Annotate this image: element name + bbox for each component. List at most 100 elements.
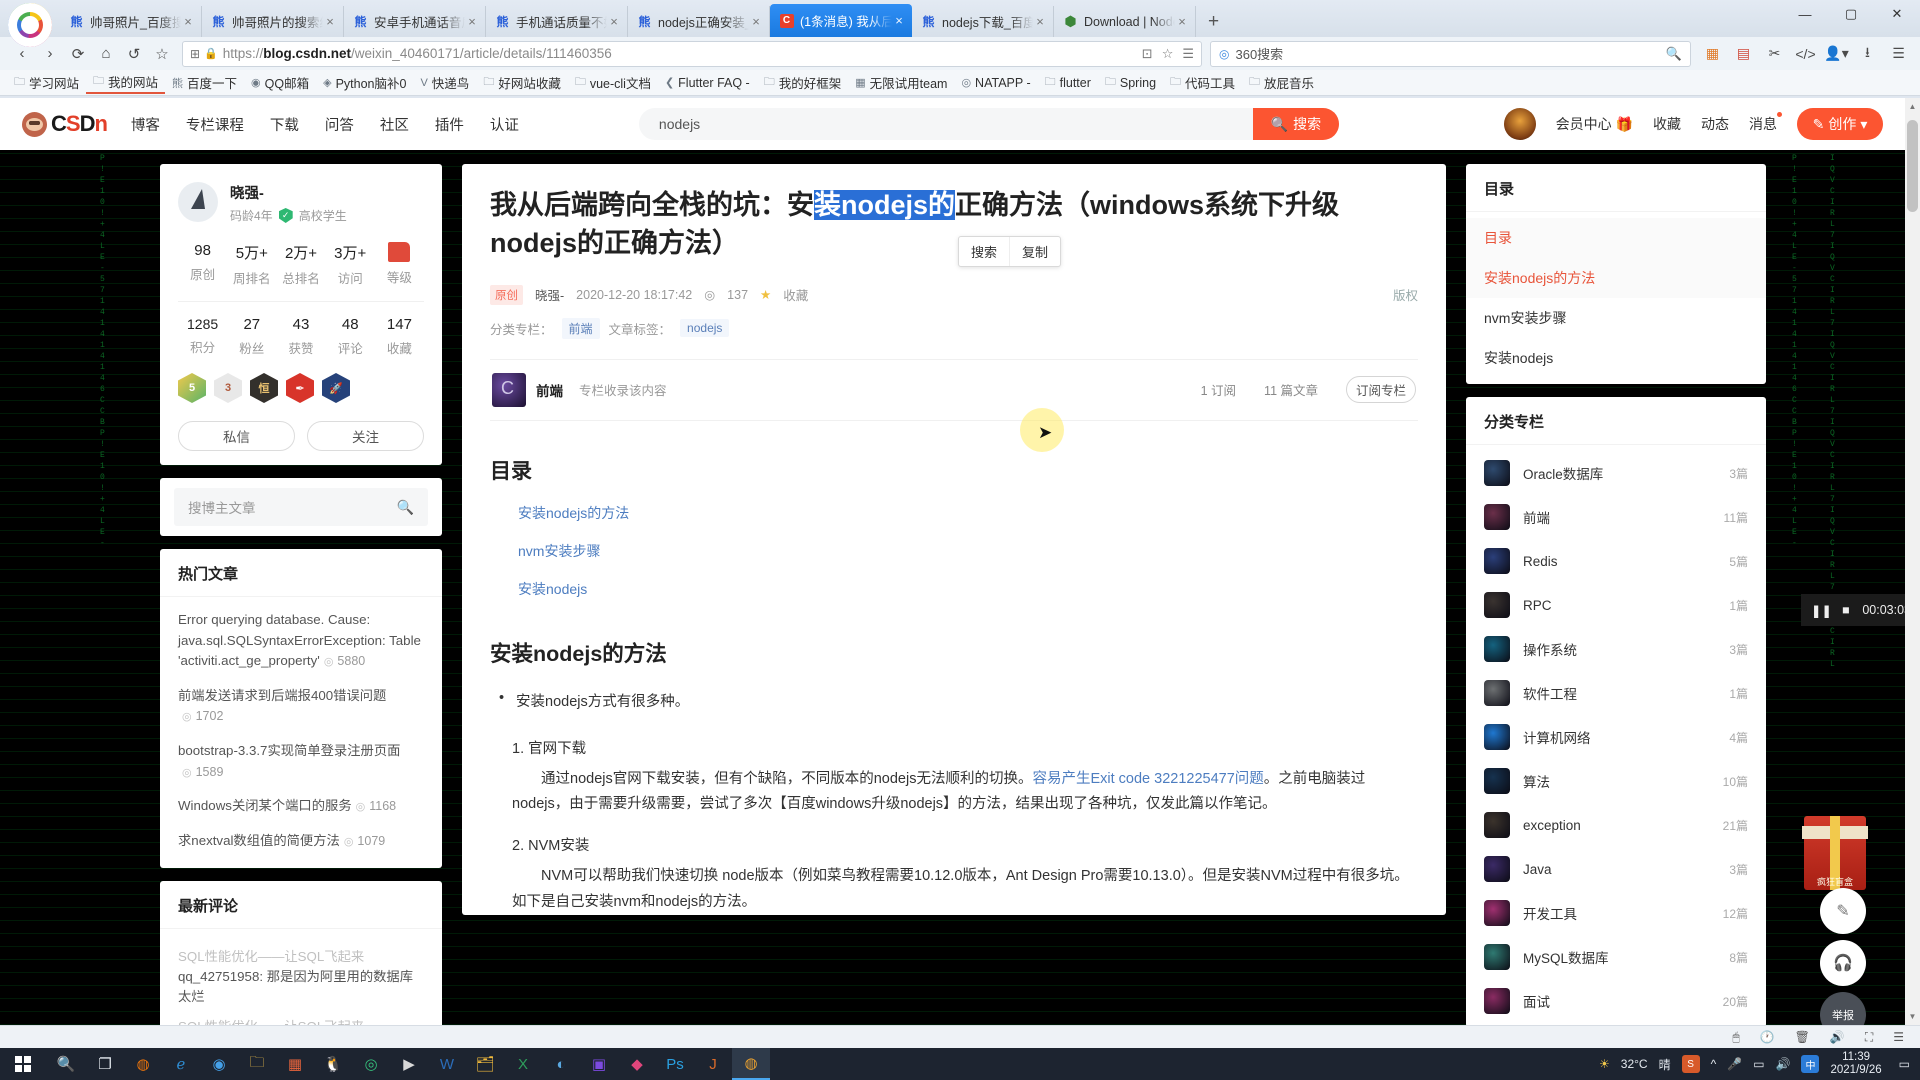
- taskbar-item-qq[interactable]: 🐧: [314, 1048, 352, 1080]
- close-window-button[interactable]: ✕: [1874, 0, 1920, 28]
- favorite-label[interactable]: 收藏: [783, 285, 808, 304]
- taskbar-item-idea[interactable]: ◆: [618, 1048, 656, 1080]
- undo-icon[interactable]: ↺: [120, 41, 148, 67]
- csdn-nav-1[interactable]: 专栏课程: [186, 114, 244, 135]
- translate-icon[interactable]: ⊡: [1142, 46, 1153, 62]
- account-icon[interactable]: 👤▾: [1823, 41, 1850, 67]
- blog-search-input[interactable]: 搜博主文章 🔍: [174, 488, 428, 526]
- category-chip[interactable]: 前端: [561, 317, 600, 339]
- apps-icon[interactable]: ▦: [1699, 41, 1726, 67]
- tab-close-icon[interactable]: ×: [323, 15, 337, 28]
- category-item-0[interactable]: Oracle数据库 3篇: [1466, 451, 1766, 495]
- tab-close-icon[interactable]: ×: [465, 15, 479, 28]
- favorite-icon[interactable]: ★: [760, 287, 771, 302]
- category-item-7[interactable]: 算法 10篇: [1466, 759, 1766, 803]
- badge-pen-icon[interactable]: ✒: [286, 373, 314, 403]
- tray-network-icon[interactable]: ▭: [1753, 1057, 1764, 1071]
- tag-chip[interactable]: nodejs: [680, 319, 730, 338]
- bookmark-2[interactable]: 熊百度一下: [165, 72, 244, 94]
- create-button[interactable]: ✎ 创作 ▾: [1797, 108, 1883, 140]
- subscribe-column-button[interactable]: 订阅专栏: [1346, 376, 1416, 404]
- bookmark-9[interactable]: 🗀 我的好框架: [757, 72, 849, 94]
- tray-input-icon[interactable]: 中: [1801, 1055, 1820, 1073]
- right-toc-item-0[interactable]: 目录: [1466, 218, 1766, 258]
- nav-member-center[interactable]: 会员中心 🎁: [1556, 114, 1633, 134]
- bookmark-0[interactable]: 🗀 学习网站: [7, 72, 86, 94]
- taskbar-item-chrome[interactable]: ◉: [200, 1048, 238, 1080]
- download-icon[interactable]: ⭳: [1854, 41, 1881, 67]
- csdn-nav-3[interactable]: 问答: [325, 114, 354, 135]
- csdn-nav-6[interactable]: 认证: [490, 114, 519, 135]
- feedback-icon[interactable]: ✎: [1820, 888, 1866, 934]
- weather-desc[interactable]: 晴: [1659, 1056, 1671, 1073]
- csdn-nav-2[interactable]: 下载: [270, 114, 299, 135]
- scroll-up-arrow[interactable]: ▲: [1905, 98, 1920, 115]
- scroll-down-arrow[interactable]: ▼: [1905, 1008, 1920, 1025]
- right-toc-item-3[interactable]: 安装nodejs: [1466, 338, 1766, 378]
- video-control-bar[interactable]: ❚❚ ■ 00:03:03: [1801, 594, 1920, 626]
- bookmark-1[interactable]: 🗀 我的网站: [86, 72, 166, 94]
- tray-mic-icon[interactable]: 🎤: [1727, 1057, 1742, 1071]
- bookmark-5[interactable]: V 快递鸟: [413, 72, 476, 94]
- stop-icon[interactable]: ■: [1842, 603, 1850, 617]
- taskbar-item-browser2[interactable]: ◐: [542, 1048, 580, 1080]
- category-item-10[interactable]: 开发工具 12篇: [1466, 891, 1766, 935]
- reload-icon[interactable]: ⟳: [64, 41, 92, 67]
- start-button[interactable]: [0, 1048, 46, 1080]
- taskbar-item-excel[interactable]: X: [504, 1048, 542, 1080]
- tab-close-icon[interactable]: ×: [749, 15, 763, 28]
- avatar[interactable]: [1503, 108, 1536, 140]
- comment-item[interactable]: SQL性能优化——让SQL飞起来晓强-: 最近在看阿里规范2020年版的，SQL…: [178, 1016, 424, 1025]
- toc-link-1[interactable]: 安装nodejs的方法: [490, 503, 1418, 523]
- maximize-button[interactable]: ▢: [1828, 0, 1874, 28]
- sound-icon[interactable]: 🔊: [1830, 1030, 1845, 1044]
- home-icon[interactable]: ⌂: [92, 41, 120, 67]
- browser-tab-6[interactable]: 熊 nodejs下载_百度搜×: [912, 6, 1054, 37]
- tab-close-icon[interactable]: ×: [1175, 15, 1189, 28]
- screenshot-icon[interactable]: ✂: [1761, 41, 1788, 67]
- category-item-2[interactable]: Redis 5篇: [1466, 539, 1766, 583]
- new-tab-button[interactable]: +: [1196, 6, 1231, 37]
- bookmark-6[interactable]: 🗀 好网站收藏: [476, 72, 568, 94]
- code-icon[interactable]: </>: [1792, 41, 1819, 67]
- article-author[interactable]: 晓强-: [535, 285, 564, 304]
- browser-menu-icon[interactable]: ☰: [1885, 41, 1912, 67]
- comment-item[interactable]: SQL性能优化——让SQL飞起来 qq_42751958: 那是因为阿里用的数据库…: [178, 946, 424, 1007]
- taskbar-item-active-browser[interactable]: ◍: [732, 1048, 770, 1080]
- browser-tab-7[interactable]: ⬢ Download | Node ×: [1054, 6, 1196, 37]
- right-toc-item-2[interactable]: nvm安装步骤: [1466, 298, 1766, 338]
- address-bar[interactable]: ⊞ 🔒 https://blog.csdn.net/weixin_4046017…: [182, 40, 1202, 67]
- taskbar-item-ps[interactable]: Ps: [656, 1048, 694, 1080]
- task-view-icon[interactable]: ❐: [86, 1048, 124, 1080]
- toc-link-3[interactable]: 安装nodejs: [490, 579, 1418, 599]
- trash-icon[interactable]: 🗑: [1795, 1030, 1810, 1044]
- tray-chevron-icon[interactable]: ^: [1711, 1057, 1717, 1071]
- browser-tab-0[interactable]: 熊帅哥照片_百度搜索×: [60, 6, 202, 37]
- csdn-search-button[interactable]: 🔍 搜索: [1252, 108, 1339, 140]
- profile-name[interactable]: 晓强-: [230, 182, 347, 203]
- toc-link-2[interactable]: nvm安装步骤: [490, 541, 1418, 561]
- hot-article-item[interactable]: Windows关闭某个端口的服务 ◎ 1168: [178, 789, 424, 824]
- bookmark-13[interactable]: 🗀 Spring: [1098, 72, 1163, 94]
- badge-persist-icon[interactable]: 恒: [250, 373, 278, 403]
- bookmark-15[interactable]: 🗀 放屁音乐: [1242, 72, 1321, 94]
- pause-icon[interactable]: ❚❚: [1811, 603, 1832, 618]
- bookmark-3[interactable]: ◉ QQ邮箱: [244, 72, 316, 94]
- copyright-label[interactable]: 版权: [1393, 285, 1418, 304]
- tooltip-search-button[interactable]: 搜索: [959, 237, 1011, 266]
- tab-close-icon[interactable]: ×: [181, 15, 195, 28]
- browser-tab-4[interactable]: 熊 nodejs正确安装_百×: [628, 6, 770, 37]
- taskbar-item-video[interactable]: ▣: [580, 1048, 618, 1080]
- badge-level-icon[interactable]: 5: [178, 373, 206, 403]
- pointer-icon[interactable]: 🖱: [1732, 1030, 1739, 1045]
- search-icon[interactable]: 🔍: [397, 499, 414, 516]
- bookmark-7[interactable]: 🗀 vue-cli文档: [568, 72, 658, 94]
- minimize-button[interactable]: —: [1782, 0, 1828, 28]
- taskbar-item-ie[interactable]: ℯ: [162, 1048, 200, 1080]
- taskbar-item-java[interactable]: J: [694, 1048, 732, 1080]
- tab-close-icon[interactable]: ×: [1033, 15, 1047, 28]
- bookmark-11[interactable]: ◎ NATAPP -: [954, 72, 1037, 94]
- image-icon[interactable]: ▤: [1730, 41, 1757, 67]
- weather-temp[interactable]: 32°C: [1621, 1057, 1648, 1071]
- nav-activity[interactable]: 动态: [1701, 114, 1729, 134]
